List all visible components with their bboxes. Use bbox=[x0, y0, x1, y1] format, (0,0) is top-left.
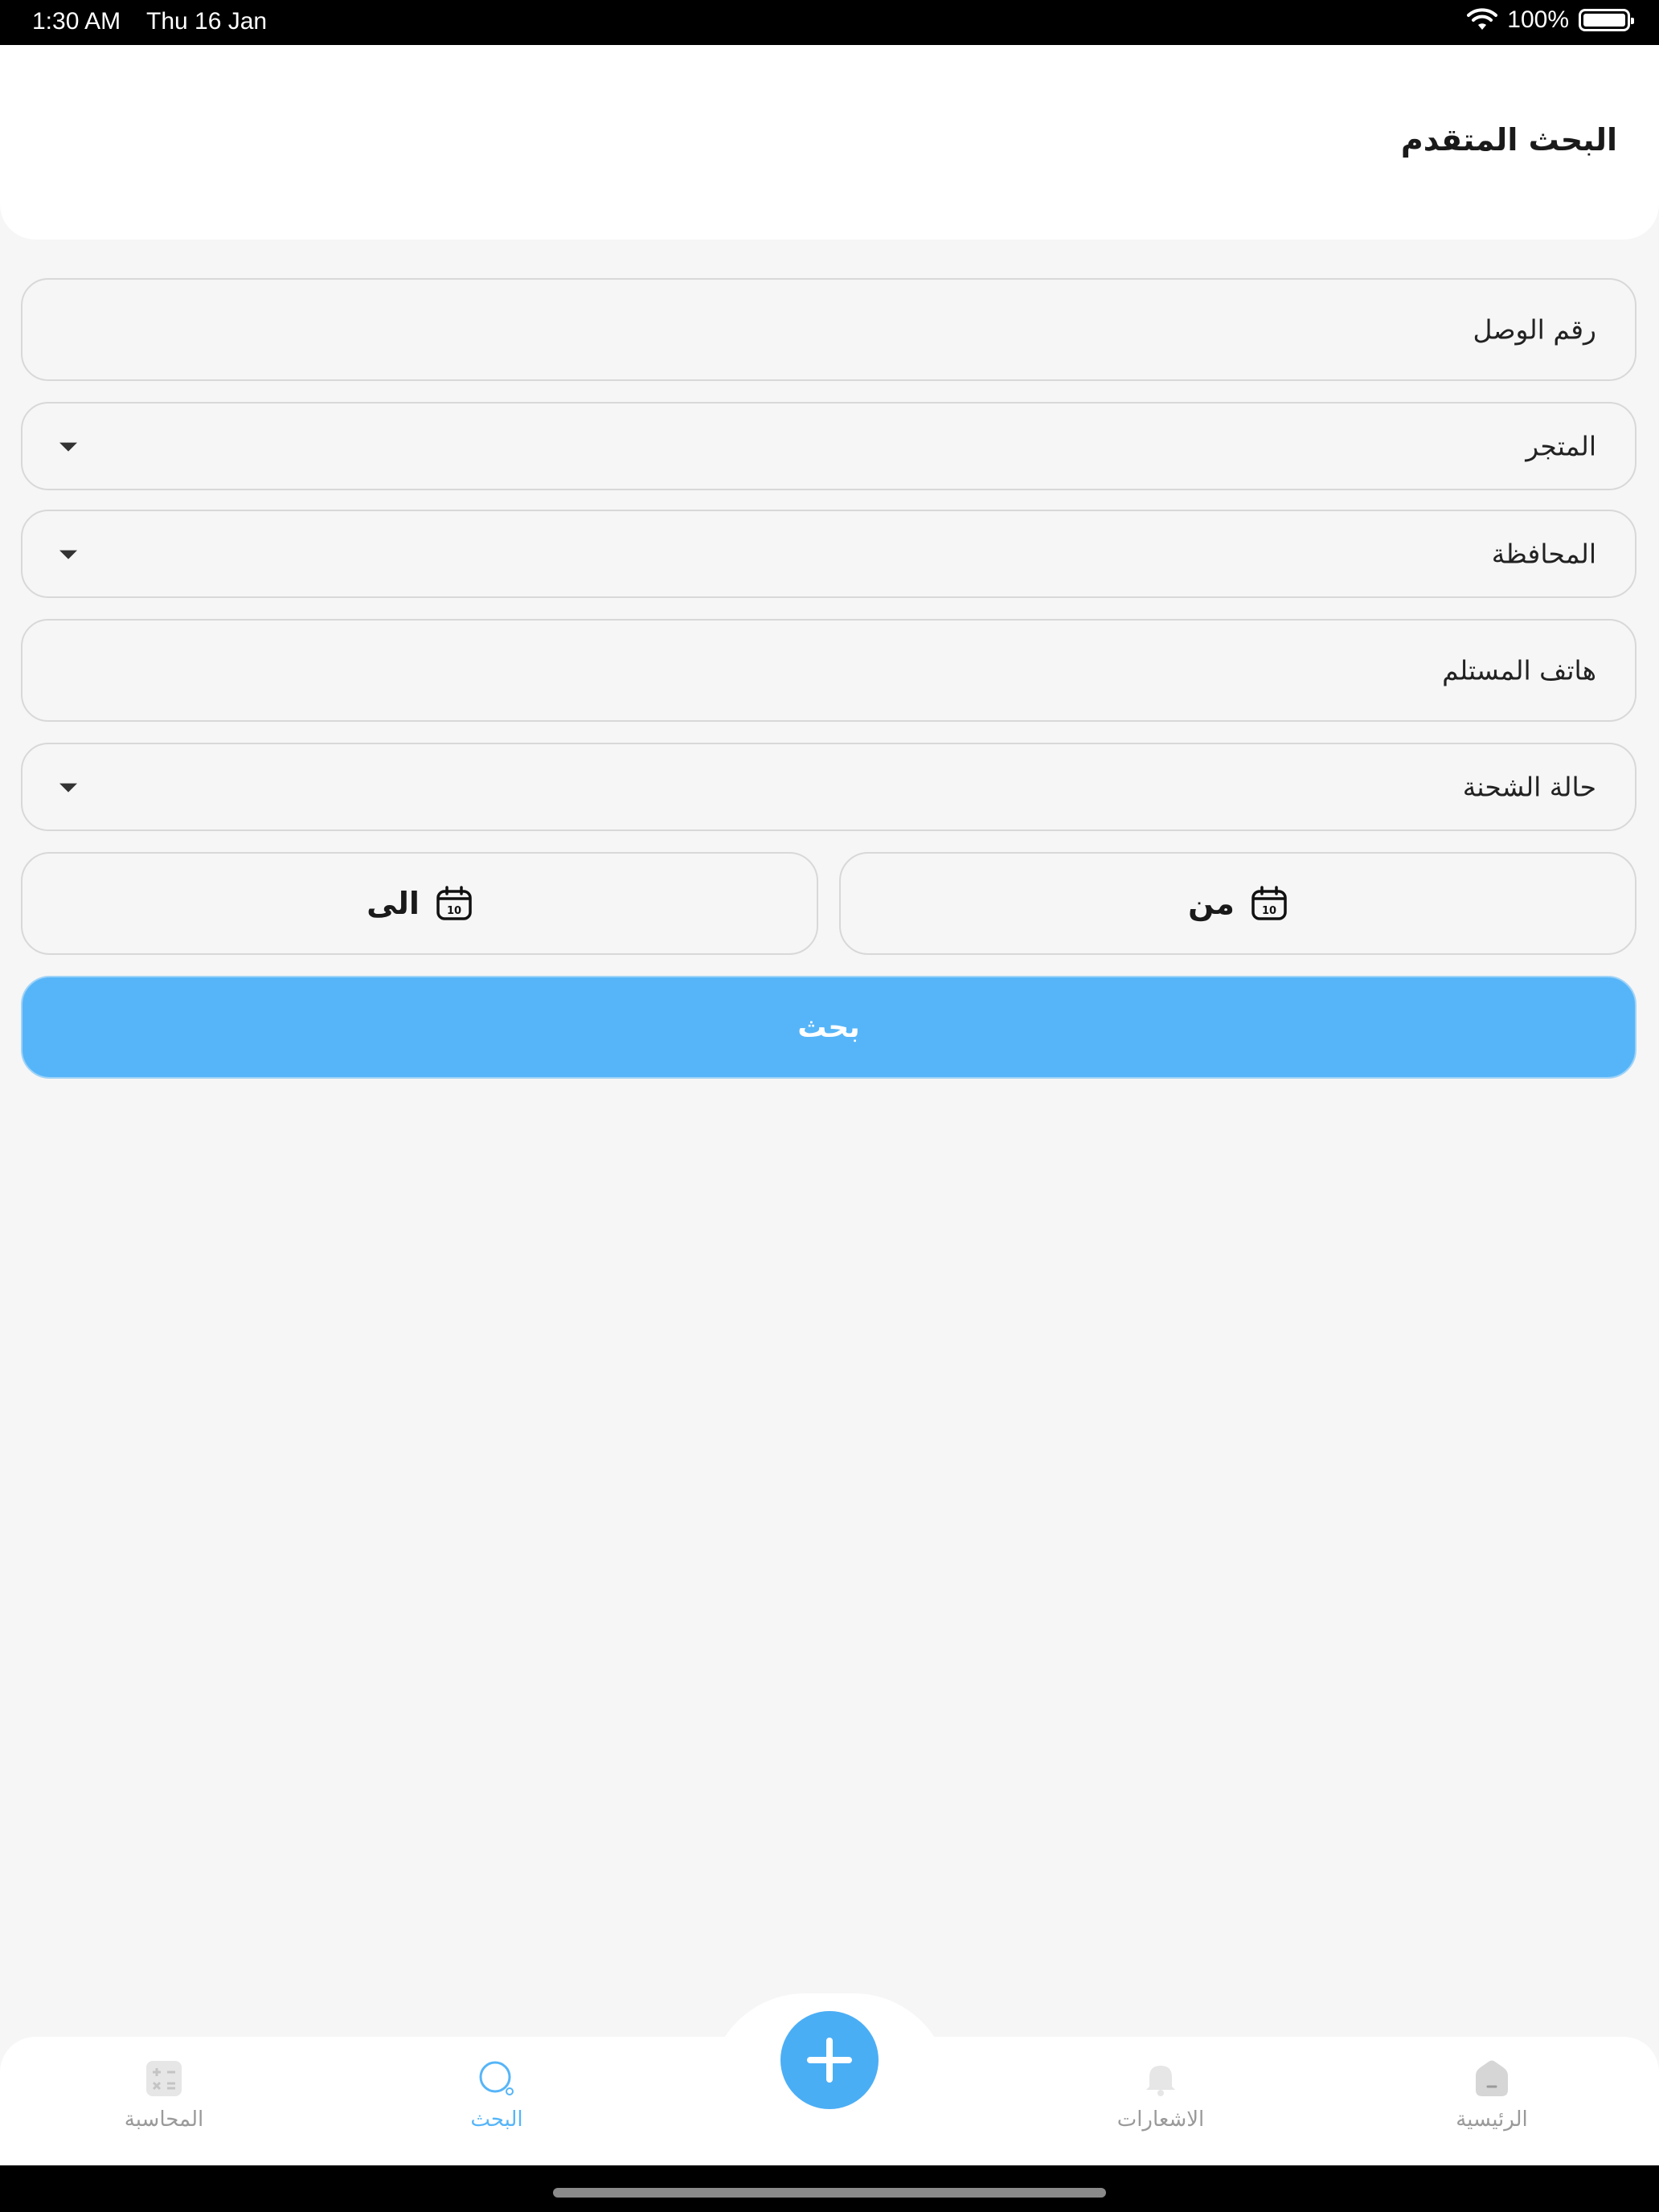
receipt-number-input[interactable]: رقم الوصل bbox=[21, 278, 1636, 381]
nav-item-search[interactable]: البحث bbox=[416, 2058, 577, 2132]
shipment-status-dropdown[interactable]: حالة الشحنة bbox=[21, 743, 1636, 831]
battery-icon bbox=[1579, 9, 1634, 31]
page-title: البحث المتقدم bbox=[1400, 122, 1617, 158]
plus-icon bbox=[807, 2038, 852, 2083]
status-date: Thu 16 Jan bbox=[146, 8, 268, 35]
calendar-icon: 10 bbox=[1251, 886, 1287, 920]
caret-down-icon bbox=[59, 550, 77, 559]
date-from-label: من bbox=[1188, 886, 1235, 921]
search-icon bbox=[479, 2061, 514, 2095]
page-header: البحث المتقدم bbox=[0, 45, 1659, 240]
nav-item-accounting[interactable]: المحاسبة bbox=[84, 2058, 244, 2132]
caret-down-icon bbox=[59, 442, 77, 452]
calendar-icon: 10 bbox=[436, 886, 472, 920]
home-indicator[interactable] bbox=[553, 2188, 1106, 2198]
home-icon bbox=[1476, 2060, 1508, 2096]
date-to-picker[interactable]: 10 الى bbox=[21, 852, 818, 955]
nav-label-notifications: الاشعارات bbox=[1116, 2108, 1205, 2132]
nav-item-notifications[interactable]: الاشعارات bbox=[1080, 2058, 1241, 2132]
recipient-phone-placeholder: هاتف المستلم bbox=[1442, 654, 1596, 686]
recipient-phone-input[interactable]: هاتف المستلم bbox=[21, 619, 1636, 722]
svg-text:10: 10 bbox=[447, 905, 461, 917]
add-button[interactable] bbox=[780, 2011, 879, 2109]
bell-icon bbox=[1146, 2066, 1175, 2096]
caret-down-icon bbox=[59, 783, 77, 793]
status-bar: 1:30 AM Thu 16 Jan 100% bbox=[0, 0, 1659, 45]
nav-label-home: الرئيسية bbox=[1456, 2108, 1528, 2132]
search-button[interactable]: بحث bbox=[21, 976, 1636, 1079]
battery-percent: 100% bbox=[1507, 6, 1569, 33]
date-from-picker[interactable]: 10 من bbox=[839, 852, 1636, 955]
nav-item-home[interactable]: الرئيسية bbox=[1411, 2058, 1572, 2132]
nav-label-search: البحث bbox=[470, 2108, 523, 2132]
svg-text:10: 10 bbox=[1262, 905, 1276, 917]
date-to-label: الى bbox=[367, 886, 420, 921]
nav-label-accounting: المحاسبة bbox=[124, 2108, 204, 2132]
status-time: 1:30 AM bbox=[32, 8, 121, 35]
shipment-status-label: حالة الشحنة bbox=[1462, 771, 1596, 803]
governorate-dropdown[interactable]: المحافظة bbox=[21, 510, 1636, 598]
wifi-icon bbox=[1467, 8, 1498, 30]
status-right: 100% bbox=[1467, 6, 1634, 34]
calculator-icon bbox=[146, 2061, 182, 2096]
store-dropdown-label: المتجر bbox=[1526, 430, 1596, 462]
store-dropdown[interactable]: المتجر bbox=[21, 402, 1636, 490]
receipt-number-placeholder: رقم الوصل bbox=[1473, 313, 1596, 346]
governorate-dropdown-label: المحافظة bbox=[1491, 538, 1596, 570]
